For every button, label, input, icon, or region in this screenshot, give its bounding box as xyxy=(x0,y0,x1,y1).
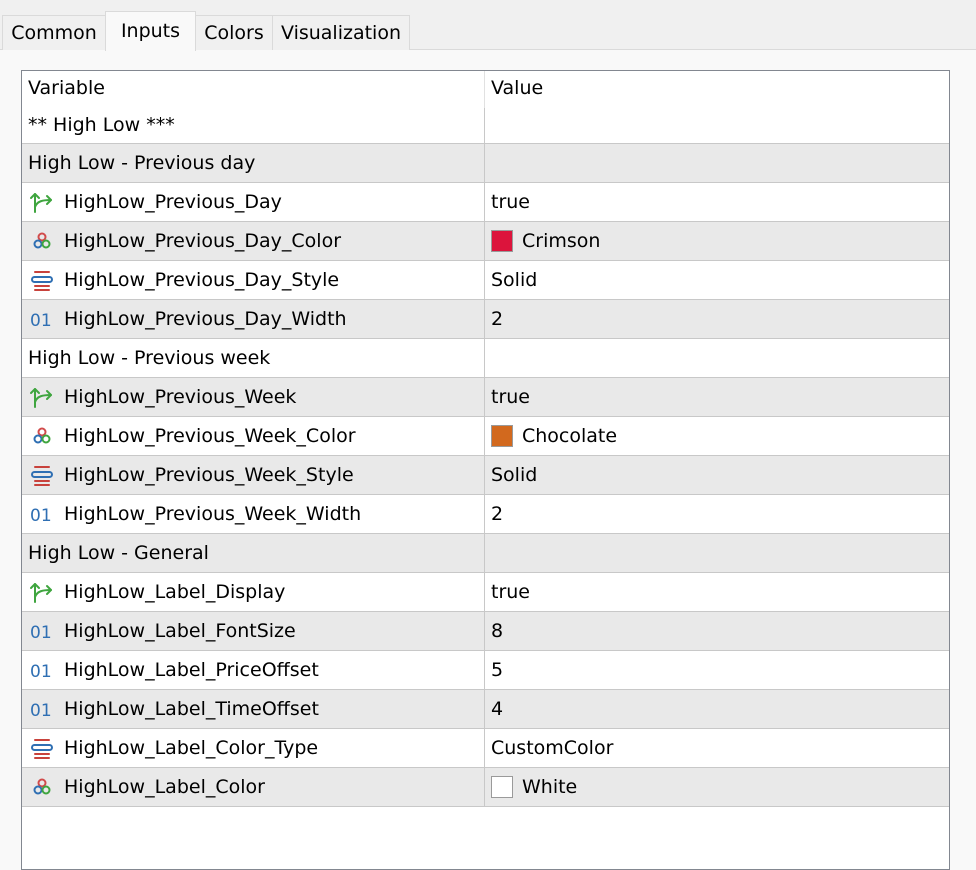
bool-arrow-icon xyxy=(29,386,55,408)
table-row[interactable]: 01 HighLow_Label_PriceOffset 5 xyxy=(22,651,949,690)
variable-name: HighLow_Previous_Day_Style xyxy=(64,269,340,291)
integer-icon: 01 xyxy=(29,308,55,331)
enum-lines-icon xyxy=(29,464,55,486)
tab-common[interactable]: Common xyxy=(2,15,106,50)
variable-name: HighLow_Label_FontSize xyxy=(64,620,296,642)
table-row[interactable]: 01 HighLow_Previous_Day_Width 2 xyxy=(22,300,949,339)
cell-separator xyxy=(484,300,485,339)
cell-separator xyxy=(484,534,485,573)
variable-value[interactable]: 2 xyxy=(491,503,503,525)
cell-separator xyxy=(484,144,485,183)
variable-value[interactable]: 4 xyxy=(491,698,503,720)
table-row[interactable]: HighLow_Label_Color White xyxy=(22,768,949,807)
variable-name: HighLow_Label_Color xyxy=(64,776,265,798)
color-swatch[interactable] xyxy=(491,230,513,252)
table-row[interactable]: HighLow_Label_Display true xyxy=(22,573,949,612)
integer-icon: 01 xyxy=(29,659,55,682)
variable-name: HighLow_Label_Color_Type xyxy=(64,737,319,759)
table-section-row[interactable]: High Low - General xyxy=(22,534,949,573)
integer-icon: 01 xyxy=(29,698,55,721)
cell-separator xyxy=(484,495,485,534)
tab-inputs[interactable]: Inputs xyxy=(105,11,196,51)
inputs-table: Variable Value ** High Low *** High Low -… xyxy=(21,70,950,870)
integer-icon: 01 xyxy=(29,620,55,643)
table-row[interactable]: HighLow_Previous_Week_Color Chocolate xyxy=(22,417,949,456)
color-swatch[interactable] xyxy=(491,425,513,447)
table-row[interactable]: 01 HighLow_Label_TimeOffset 4 xyxy=(22,690,949,729)
table-section-row[interactable]: ** High Low *** xyxy=(22,108,949,144)
table-row[interactable]: 01 HighLow_Label_FontSize 8 xyxy=(22,612,949,651)
cell-separator xyxy=(484,339,485,378)
column-header-value[interactable]: Value xyxy=(491,77,543,99)
variable-name: HighLow_Previous_Week xyxy=(64,386,297,408)
enum-lines-icon xyxy=(29,269,55,291)
tab-strip: Common Inputs Colors Visualization xyxy=(0,0,976,51)
cell-separator xyxy=(484,690,485,729)
variable-value[interactable]: 5 xyxy=(491,659,503,681)
cell-separator xyxy=(484,261,485,300)
table-section-row[interactable]: High Low - Previous day xyxy=(22,144,949,183)
variable-value[interactable]: Crimson xyxy=(522,230,600,252)
color-circles-icon xyxy=(29,230,55,252)
table-row[interactable]: HighLow_Previous_Week_Style Solid xyxy=(22,456,949,495)
variable-name: High Low - Previous week xyxy=(28,347,271,369)
variable-value[interactable]: 2 xyxy=(491,308,503,330)
variable-value[interactable]: true xyxy=(491,191,530,213)
enum-lines-icon xyxy=(29,737,55,759)
variable-name: High Low - General xyxy=(28,542,209,564)
table-header: Variable Value xyxy=(22,71,949,108)
variable-name: HighLow_Previous_Day_Color xyxy=(64,230,342,252)
variable-value[interactable]: White xyxy=(522,776,577,798)
variable-name: HighLow_Label_TimeOffset xyxy=(64,698,319,720)
table-section-row[interactable]: High Low - Previous week xyxy=(22,339,949,378)
column-header-variable[interactable]: Variable xyxy=(28,77,105,99)
cell-separator xyxy=(484,573,485,612)
table-row[interactable]: HighLow_Previous_Day_Color Crimson xyxy=(22,222,949,261)
variable-name: HighLow_Previous_Week_Color xyxy=(64,425,356,447)
variable-name: HighLow_Previous_Day_Width xyxy=(64,308,347,330)
cell-separator xyxy=(484,456,485,495)
cell-separator xyxy=(484,108,485,144)
cell-separator xyxy=(484,768,485,807)
variable-name: High Low - Previous day xyxy=(28,152,256,174)
variable-name: ** High Low *** xyxy=(28,114,175,136)
variable-name: HighLow_Previous_Week_Width xyxy=(64,503,362,525)
cell-separator xyxy=(484,651,485,690)
variable-name: HighLow_Previous_Week_Style xyxy=(64,464,354,486)
table-row[interactable]: HighLow_Previous_Day_Style Solid xyxy=(22,261,949,300)
tab-visualization[interactable]: Visualization xyxy=(272,15,410,50)
cell-separator xyxy=(484,729,485,768)
variable-value[interactable]: Solid xyxy=(491,269,537,291)
bool-arrow-icon xyxy=(29,581,55,603)
color-circles-icon xyxy=(29,776,55,798)
table-row[interactable]: HighLow_Previous_Week true xyxy=(22,378,949,417)
svg-text:01: 01 xyxy=(30,311,52,330)
variable-value[interactable]: 8 xyxy=(491,620,503,642)
cell-separator xyxy=(484,183,485,222)
cell-separator xyxy=(484,612,485,651)
cell-separator xyxy=(484,378,485,417)
svg-text:01: 01 xyxy=(30,506,52,525)
cell-separator xyxy=(484,222,485,261)
variable-name: HighLow_Previous_Day xyxy=(64,191,282,213)
svg-text:01: 01 xyxy=(30,623,52,642)
table-row[interactable]: 01 HighLow_Previous_Week_Width 2 xyxy=(22,495,949,534)
table-row[interactable]: HighLow_Previous_Day true xyxy=(22,183,949,222)
variable-value[interactable]: true xyxy=(491,581,530,603)
table-row[interactable]: HighLow_Label_Color_Type CustomColor xyxy=(22,729,949,768)
bool-arrow-icon xyxy=(29,191,55,213)
tab-colors[interactable]: Colors xyxy=(195,15,273,50)
variable-name: HighLow_Label_Display xyxy=(64,581,286,603)
color-circles-icon xyxy=(29,425,55,447)
variable-value[interactable]: CustomColor xyxy=(491,737,613,759)
variable-name: HighLow_Label_PriceOffset xyxy=(64,659,319,681)
cell-separator xyxy=(484,417,485,456)
variable-value[interactable]: Chocolate xyxy=(522,425,617,447)
svg-text:01: 01 xyxy=(30,701,52,720)
svg-text:01: 01 xyxy=(30,662,52,681)
color-swatch[interactable] xyxy=(491,776,513,798)
integer-icon: 01 xyxy=(29,503,55,526)
variable-value[interactable]: Solid xyxy=(491,464,537,486)
variable-value[interactable]: true xyxy=(491,386,530,408)
